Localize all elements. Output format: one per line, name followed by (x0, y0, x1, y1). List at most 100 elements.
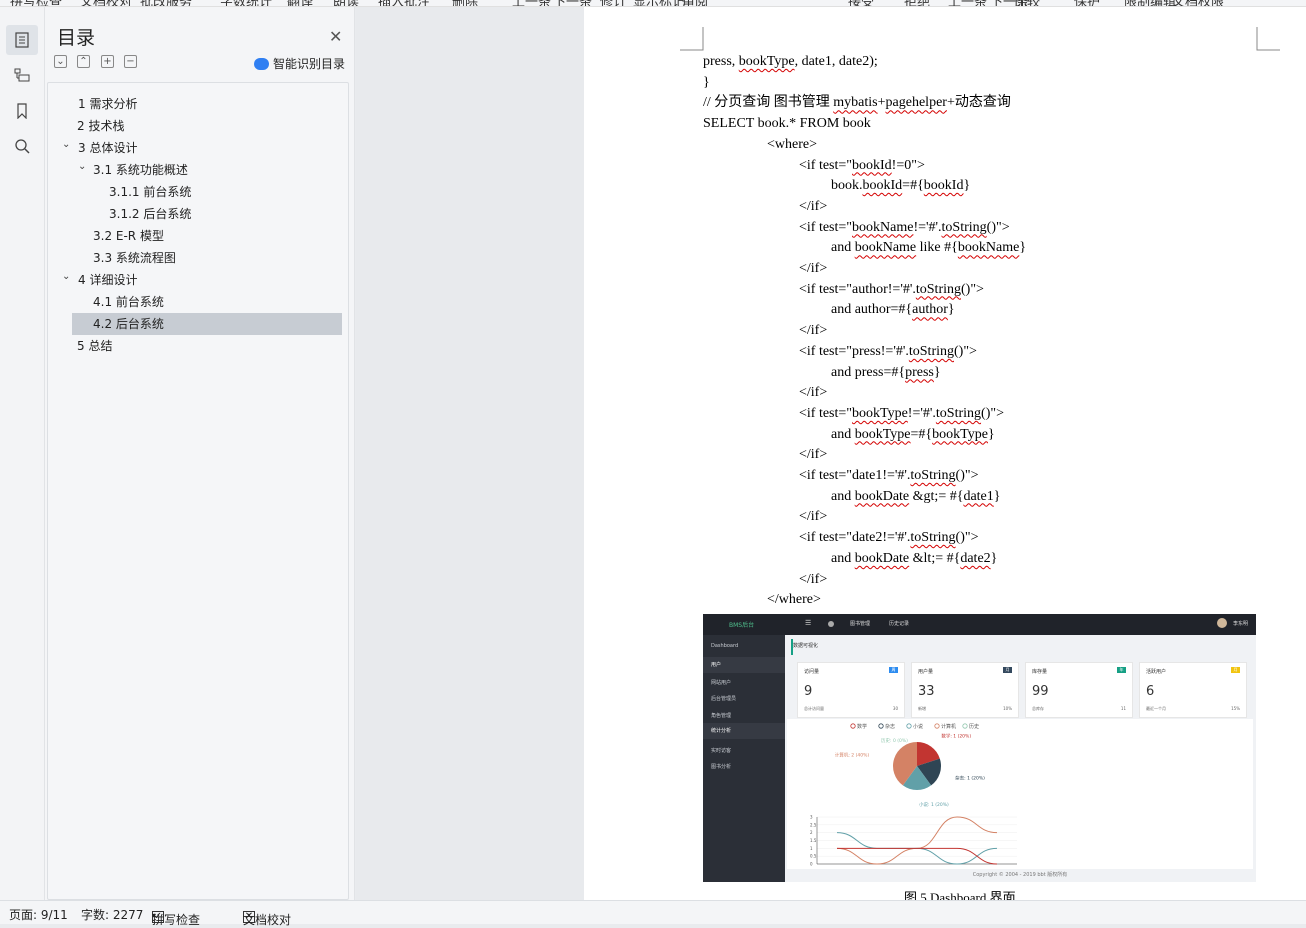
toc-item[interactable]: 3.1 系统功能概述 (72, 159, 342, 181)
smart-toc-label: 智能识别目录 (273, 57, 346, 71)
toc-item[interactable]: 3.1.2 后台系统 (72, 203, 342, 225)
word-count[interactable]: 字数: 2277 (81, 906, 143, 923)
toolbar-item[interactable]: 朗读 (333, 0, 359, 6)
toolbar-item[interactable]: 比较 (1014, 0, 1040, 6)
expand-up-icon[interactable]: ⌃ (77, 55, 90, 68)
chevron-down-icon[interactable]: ⌄ (62, 134, 70, 156)
toc-item[interactable]: 1 需求分析 (72, 93, 342, 115)
menu-icon: ☰ (805, 619, 812, 627)
pie-label: 历史: 0 (0%) (881, 737, 908, 744)
card-footer-value: 15% (1231, 706, 1240, 711)
toc-title: 目录 (57, 27, 96, 49)
dot-icon (828, 621, 834, 627)
toolbar-item[interactable]: 下一条 (553, 0, 592, 6)
card-title: 访问量 (804, 669, 820, 675)
toc-item[interactable]: 2 技术栈 (72, 115, 342, 137)
toolbar-item[interactable]: 接受 (848, 0, 874, 6)
search-icon (15, 139, 30, 154)
toc-item[interactable]: 5 总结 (72, 335, 342, 357)
y-tick-label: 1 (810, 846, 813, 851)
card-footer-value: 30 (892, 706, 898, 711)
toolbar-item[interactable]: 限制编辑 (1124, 0, 1176, 6)
chevron-down-icon[interactable]: ⌄ (78, 156, 86, 178)
stat-card: 用户量 33 新增 10% 月 (911, 662, 1019, 718)
smart-toc-icon (254, 57, 269, 70)
y-tick-label: 3 (810, 815, 813, 820)
toc-item-label: 4 详细设计 (78, 273, 138, 287)
navigation-rail (0, 7, 45, 900)
card-footer-value: 10% (1003, 706, 1012, 711)
charts-svg: 数学 杂志 小说 计算机 历史数学: 1 (20%) 杂志: 1 (20%) 小说: 1 (… (810, 723, 1017, 867)
code-line: } (703, 74, 710, 90)
side-item: 实时访客 (711, 748, 732, 754)
toolbar-item[interactable]: 拒绝 (904, 0, 930, 6)
toc-item-label: 3.1 系统功能概述 (93, 163, 188, 177)
stat-card: 访问量 9 总计访问量 30 周 (797, 662, 905, 718)
toolbar-item[interactable]: 翻译 (287, 0, 313, 6)
toolbar-item[interactable]: 修订 (600, 0, 626, 6)
spell-check-label: 拼写检查 (152, 913, 201, 927)
breadcrumb: 数据可视化 (793, 643, 819, 649)
page-indicator[interactable]: 页面: 9/11 (9, 906, 68, 923)
section-nav-button[interactable] (6, 60, 38, 90)
toc-item[interactable]: 4 详细设计 (72, 269, 342, 291)
collapse-all-icon[interactable]: ⌄ (54, 55, 67, 68)
toolbar-item[interactable]: 上一条 (948, 0, 987, 6)
legend-label: 杂志 (885, 723, 895, 730)
screenshot-user: 李东明 (1233, 621, 1249, 627)
search-button[interactable] (6, 131, 38, 161)
remove-level-icon[interactable]: − (124, 55, 137, 68)
y-tick-label: 1.5 (810, 838, 817, 843)
toolbar-item[interactable]: 文档权限 (1172, 0, 1224, 6)
card-footer: 最近一个月 (1146, 706, 1166, 711)
card-footer-value: 11 (1120, 706, 1126, 711)
toolbar-item[interactable]: 审阅 (682, 0, 708, 6)
toc-item-label: 3.1.1 前台系统 (109, 185, 192, 199)
code-line: <if test="bookId!=0"> (799, 157, 925, 173)
toolbar-item[interactable]: 插入批注 (378, 0, 430, 6)
toolbar-item[interactable]: 保护 (1074, 0, 1100, 6)
toc-item[interactable]: 3.2 E-R 模型 (72, 225, 342, 247)
legend-marker (850, 723, 856, 729)
toc-item-label: 3 总体设计 (78, 141, 138, 155)
toc-item-label: 3.2 E-R 模型 (93, 229, 164, 243)
screenshot-logo: BMS后台 (729, 622, 755, 629)
code-line: </if> (799, 509, 828, 525)
legend-marker (878, 723, 884, 729)
toc-item-label: 3.3 系统流程图 (93, 251, 176, 265)
chart-area: 数学 杂志 小说 计算机 历史 数学: 1 (20%) 杂志: 1 (20%) 小说: 1 (… (787, 719, 1253, 869)
toolbar-item[interactable]: 上一条 (512, 0, 551, 6)
toc-item[interactable]: 3 总体设计 (72, 137, 342, 159)
toolbar-item[interactable]: 文档校对 (80, 0, 132, 6)
side-item: Dashboard (711, 643, 739, 649)
toc-panel: 目录 ✕ ⌄ ⌃ + − 智能识别目录 1 需求分析 2 技术栈 3 总体设计 ⌄ 3.… (45, 7, 355, 900)
toolbar-item[interactable]: 删除 (452, 0, 478, 6)
close-icon[interactable]: ✕ (329, 27, 342, 46)
bookmark-button[interactable] (6, 96, 38, 126)
code-line: </if> (799, 261, 828, 276)
toolbar-item[interactable]: 批改服务 (140, 0, 192, 6)
chapter-icon (14, 68, 30, 82)
smart-toc-button[interactable]: 智能识别目录 (254, 55, 345, 72)
toc-item[interactable]: 4.2 后台系统 (72, 313, 342, 335)
chevron-down-icon[interactable]: ⌄ (62, 266, 70, 288)
toc-item[interactable]: 3.1.1 前台系统 (72, 181, 342, 203)
code-line: and author=#{author} (831, 302, 955, 318)
y-tick-label: 2.5 (810, 822, 817, 827)
add-level-icon[interactable]: + (101, 55, 114, 68)
legend-marker (962, 723, 968, 729)
card-value: 9 (804, 684, 813, 699)
code-line: and bookDate &gt;= #{date1} (831, 488, 1001, 504)
toolbar-item[interactable]: 显示标记 (633, 0, 685, 6)
code-line: <if test="bookType!='#'.toString()"> (799, 405, 1004, 421)
toc-panel-button[interactable] (6, 25, 38, 55)
toolbar-item[interactable]: 字数统计 (220, 0, 272, 6)
document-page[interactable]: press, bookType, date1, date2);} // 分页查询 … (584, 7, 1306, 900)
pie-label: 计算机: 2 (40%) (835, 751, 869, 758)
toc-item[interactable]: 3.3 系统流程图 (72, 247, 342, 269)
toc-item-label: 3.1.2 后台系统 (109, 207, 192, 221)
toc-item[interactable]: 4.1 前台系统 (72, 291, 342, 313)
code-line: </if> (799, 385, 828, 401)
toolbar-item[interactable]: 拼写检查 (10, 0, 62, 6)
code-line: SELECT book.* FROM book (703, 116, 871, 132)
